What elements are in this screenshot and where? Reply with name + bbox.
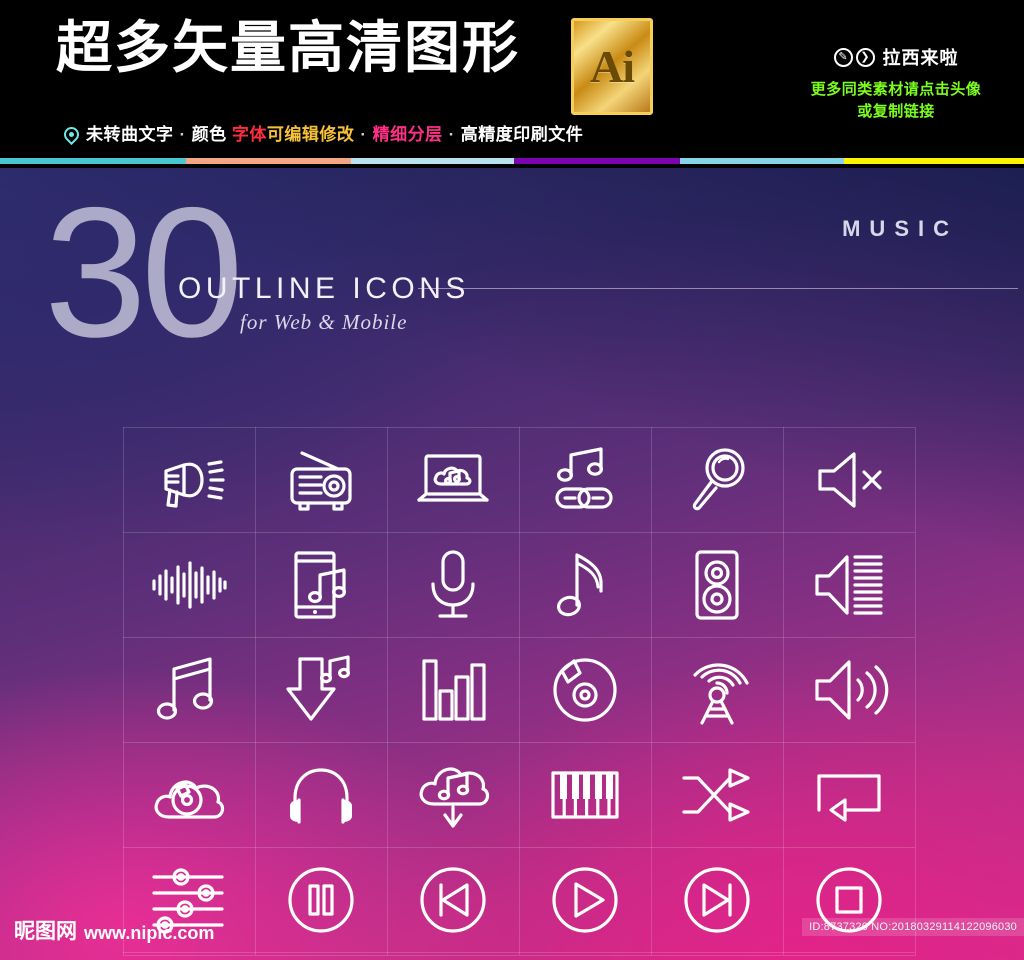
color-segment-sky xyxy=(680,158,844,164)
poster-headline: OUTLINE ICONS xyxy=(178,272,470,305)
color-segment-light-blue xyxy=(351,158,514,164)
feature-dot-2: · xyxy=(360,125,367,144)
site-logo-url: www.nipic.com xyxy=(84,923,215,943)
location-pin-icon xyxy=(60,123,83,146)
feature-text-6: 高精度印刷文件 xyxy=(460,125,584,144)
color-segment-purple xyxy=(514,158,680,164)
feature-dot-3: · xyxy=(448,125,455,144)
play-circle-icon: ❯ xyxy=(855,47,875,67)
brand-name: 拉西来啦 xyxy=(882,48,959,68)
shuffle-icon xyxy=(651,742,783,847)
laptop-cloud-music-icon xyxy=(387,427,519,532)
next-track-icon xyxy=(651,847,783,952)
previous-track-icon xyxy=(387,847,519,952)
handheld-microphone-icon xyxy=(651,427,783,532)
pen-circle-icon: ✎ xyxy=(833,47,853,67)
feature-text-5: 精细分层 xyxy=(372,125,443,144)
ai-badge-label: Ai xyxy=(590,41,635,92)
brand-note-line-2: 或复制链接 xyxy=(857,102,935,120)
site-logo[interactable]: 昵图网 www.nipic.com xyxy=(14,921,214,942)
brand-block: ✎ ❯ 拉西来啦 更多同类素材请点击头像 或复制链接 xyxy=(768,44,1024,123)
brand-note-line-1: 更多同类素材请点击头像 xyxy=(810,81,982,98)
poster-body: MUSIC 30 OUTLINE ICONS for Web & Mobile xyxy=(0,168,1024,960)
play-circle-icon xyxy=(519,847,651,952)
megaphone-icon xyxy=(123,427,255,532)
download-music-icon xyxy=(255,637,387,742)
color-segment-yellow xyxy=(844,158,1024,164)
volume-lines-icon xyxy=(783,532,915,637)
piano-keys-icon xyxy=(519,742,651,847)
pause-circle-icon xyxy=(255,847,387,952)
feature-text-4: 可编辑修改 xyxy=(266,125,355,144)
banner-feature-line: 未转曲文字 · 颜色 字体可编辑修改 · 精细分层 · 高精度印刷文件 xyxy=(60,120,584,146)
speaker-mute-icon xyxy=(783,427,915,532)
brand-note: 更多同类素材请点击头像 或复制链接 xyxy=(768,79,1024,123)
broadcast-tower-icon xyxy=(651,637,783,742)
volume-waves-icon xyxy=(783,637,915,742)
cloud-download-music-icon xyxy=(387,742,519,847)
stop-circle-icon xyxy=(783,847,915,952)
sound-wave-icon xyxy=(123,532,255,637)
feature-text-2: 颜色 xyxy=(191,125,227,144)
music-category-label: MUSIC xyxy=(842,216,958,241)
headphones-icon xyxy=(255,742,387,847)
poster-root: 超多矢量高清图形 Ai 未转曲文字 · 颜色 字体可编辑修改 · 精细分层 · 高精度印刷文… xyxy=(0,0,1024,960)
feature-text-3: 字体 xyxy=(231,125,267,144)
smartphone-music-icon xyxy=(255,532,387,637)
site-logo-cn: 昵图网 xyxy=(14,920,77,943)
headline-rule xyxy=(418,288,1018,289)
repeat-icon xyxy=(783,742,915,847)
color-segment-teal xyxy=(0,158,186,164)
compact-disc-icon xyxy=(519,637,651,742)
cloud-disc-icon xyxy=(123,742,255,847)
poster-subheadline: for Web & Mobile xyxy=(240,310,408,334)
radio-icon xyxy=(255,427,387,532)
top-banner: 超多矢量高清图形 Ai 未转曲文字 · 颜色 字体可编辑修改 · 精细分层 · 高精度印刷文… xyxy=(0,0,1024,164)
music-link-icon xyxy=(519,427,651,532)
banner-title: 超多矢量高清图形 xyxy=(56,16,520,79)
feature-dot-1: · xyxy=(179,125,186,144)
studio-microphone-icon xyxy=(387,532,519,637)
eighth-note-icon xyxy=(519,532,651,637)
color-divider-bar xyxy=(0,158,1024,164)
beamed-notes-icon xyxy=(123,637,255,742)
feature-text-1: 未转曲文字 xyxy=(86,125,174,144)
equalizer-bars-icon xyxy=(387,637,519,742)
adobe-illustrator-badge: Ai xyxy=(571,18,653,115)
color-segment-salmon xyxy=(186,158,351,164)
speaker-box-icon xyxy=(651,532,783,637)
asset-id-badge: ID:8737320 NO:20180329114122096030 xyxy=(802,918,1024,936)
poster-headline-group: OUTLINE ICONS for Web & Mobile xyxy=(178,272,470,335)
brand-name-row: ✎ ❯ 拉西来啦 xyxy=(768,44,1024,70)
icon-grid xyxy=(123,427,916,956)
